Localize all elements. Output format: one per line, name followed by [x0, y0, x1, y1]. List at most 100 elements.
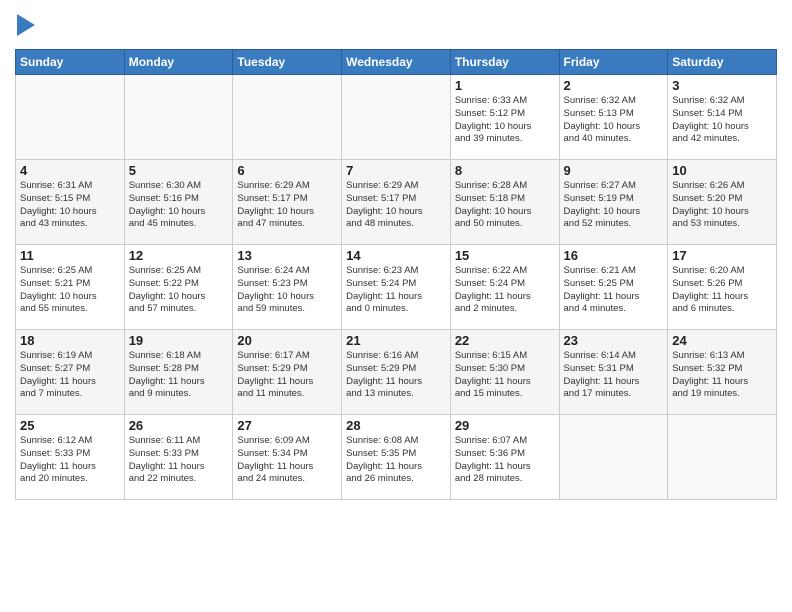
day-cell: 28 Sunrise: 6:08 AM Sunset: 5:35 PM Dayli… [342, 415, 451, 500]
day-cell: 14 Sunrise: 6:23 AM Sunset: 5:24 PM Dayli… [342, 245, 451, 330]
cell-info: Sunrise: 6:16 AM Sunset: 5:29 PM Dayligh… [346, 350, 446, 401]
header-cell-monday: Monday [124, 50, 233, 75]
cell-info: Sunrise: 6:25 AM Sunset: 5:22 PM Dayligh… [129, 265, 229, 316]
cell-info: Sunrise: 6:12 AM Sunset: 5:33 PM Dayligh… [20, 435, 120, 486]
header-cell-thursday: Thursday [450, 50, 559, 75]
logo [15, 10, 35, 41]
week-row-5: 25 Sunrise: 6:12 AM Sunset: 5:33 PM Dayli… [16, 415, 777, 500]
day-cell: 29Sunrise: 6:07 AM Sunset: 5:36 PM Dayli… [450, 415, 559, 500]
day-number: 10 [672, 163, 772, 178]
day-number: 11 [20, 248, 120, 263]
cell-info: Sunrise: 6:31 AM Sunset: 5:15 PM Dayligh… [20, 180, 120, 231]
cell-info: Sunrise: 6:13 AM Sunset: 5:32 PM Dayligh… [672, 350, 772, 401]
header [15, 10, 777, 41]
day-cell [668, 415, 777, 500]
week-row-2: 4 Sunrise: 6:31 AM Sunset: 5:15 PM Daylig… [16, 160, 777, 245]
cell-info: Sunrise: 6:21 AM Sunset: 5:25 PM Dayligh… [564, 265, 664, 316]
day-number: 23 [564, 333, 664, 348]
day-number: 15 [455, 248, 555, 263]
cell-info: Sunrise: 6:33 AM Sunset: 5:12 PM Dayligh… [455, 95, 555, 146]
week-row-1: 1 Sunrise: 6:33 AM Sunset: 5:12 PM Daylig… [16, 75, 777, 160]
cell-info: Sunrise: 6:19 AM Sunset: 5:27 PM Dayligh… [20, 350, 120, 401]
cell-info: Sunrise: 6:23 AM Sunset: 5:24 PM Dayligh… [346, 265, 446, 316]
header-cell-saturday: Saturday [668, 50, 777, 75]
day-number: 4 [20, 163, 120, 178]
day-number: 21 [346, 333, 446, 348]
day-cell [124, 75, 233, 160]
header-cell-friday: Friday [559, 50, 668, 75]
day-cell: 11 Sunrise: 6:25 AM Sunset: 5:21 PM Dayli… [16, 245, 125, 330]
day-number: 8 [455, 163, 555, 178]
day-number: 1 [455, 78, 555, 93]
day-number: 17 [672, 248, 772, 263]
day-cell: 9Sunrise: 6:27 AM Sunset: 5:19 PM Daylig… [559, 160, 668, 245]
cell-info: Sunrise: 6:08 AM Sunset: 5:35 PM Dayligh… [346, 435, 446, 486]
day-cell: 5Sunrise: 6:30 AM Sunset: 5:16 PM Daylig… [124, 160, 233, 245]
header-row: SundayMondayTuesdayWednesdayThursdayFrid… [16, 50, 777, 75]
day-number: 13 [237, 248, 337, 263]
day-number: 9 [564, 163, 664, 178]
day-number: 26 [129, 418, 229, 433]
day-cell: 19 Sunrise: 6:18 AM Sunset: 5:28 PM Dayli… [124, 330, 233, 415]
day-number: 24 [672, 333, 772, 348]
cell-info: Sunrise: 6:32 AM Sunset: 5:13 PM Dayligh… [564, 95, 664, 146]
day-cell: 7 Sunrise: 6:29 AM Sunset: 5:17 PM Daylig… [342, 160, 451, 245]
day-cell: 12 Sunrise: 6:25 AM Sunset: 5:22 PM Dayli… [124, 245, 233, 330]
week-row-3: 11 Sunrise: 6:25 AM Sunset: 5:21 PM Dayli… [16, 245, 777, 330]
day-number: 16 [564, 248, 664, 263]
cell-info: Sunrise: 6:20 AM Sunset: 5:26 PM Dayligh… [672, 265, 772, 316]
day-number: 7 [346, 163, 446, 178]
day-cell: 6 Sunrise: 6:29 AM Sunset: 5:17 PM Daylig… [233, 160, 342, 245]
day-cell: 27 Sunrise: 6:09 AM Sunset: 5:34 PM Dayli… [233, 415, 342, 500]
day-cell: 26 Sunrise: 6:11 AM Sunset: 5:33 PM Dayli… [124, 415, 233, 500]
day-number: 28 [346, 418, 446, 433]
cell-info: Sunrise: 6:07 AM Sunset: 5:36 PM Dayligh… [455, 435, 555, 486]
cell-info: Sunrise: 6:29 AM Sunset: 5:17 PM Dayligh… [237, 180, 337, 231]
day-number: 14 [346, 248, 446, 263]
day-cell [233, 75, 342, 160]
header-cell-sunday: Sunday [16, 50, 125, 75]
cell-info: Sunrise: 6:28 AM Sunset: 5:18 PM Dayligh… [455, 180, 555, 231]
day-cell: 3 Sunrise: 6:32 AM Sunset: 5:14 PM Daylig… [668, 75, 777, 160]
cell-info: Sunrise: 6:32 AM Sunset: 5:14 PM Dayligh… [672, 95, 772, 146]
day-cell: 4 Sunrise: 6:31 AM Sunset: 5:15 PM Daylig… [16, 160, 125, 245]
day-number: 19 [129, 333, 229, 348]
header-cell-tuesday: Tuesday [233, 50, 342, 75]
day-cell: 18Sunrise: 6:19 AM Sunset: 5:27 PM Dayli… [16, 330, 125, 415]
day-cell [342, 75, 451, 160]
day-cell [16, 75, 125, 160]
day-cell: 8 Sunrise: 6:28 AM Sunset: 5:18 PM Daylig… [450, 160, 559, 245]
day-cell: 22Sunrise: 6:15 AM Sunset: 5:30 PM Dayli… [450, 330, 559, 415]
day-cell: 23 Sunrise: 6:14 AM Sunset: 5:31 PM Dayli… [559, 330, 668, 415]
day-cell: 24 Sunrise: 6:13 AM Sunset: 5:32 PM Dayli… [668, 330, 777, 415]
day-number: 3 [672, 78, 772, 93]
day-cell: 17 Sunrise: 6:20 AM Sunset: 5:26 PM Dayli… [668, 245, 777, 330]
cell-info: Sunrise: 6:09 AM Sunset: 5:34 PM Dayligh… [237, 435, 337, 486]
day-number: 6 [237, 163, 337, 178]
day-cell: 16 Sunrise: 6:21 AM Sunset: 5:25 PM Dayli… [559, 245, 668, 330]
day-cell [559, 415, 668, 500]
cell-info: Sunrise: 6:18 AM Sunset: 5:28 PM Dayligh… [129, 350, 229, 401]
day-cell: 10 Sunrise: 6:26 AM Sunset: 5:20 PM Dayli… [668, 160, 777, 245]
cell-info: Sunrise: 6:25 AM Sunset: 5:21 PM Dayligh… [20, 265, 120, 316]
cell-info: Sunrise: 6:24 AM Sunset: 5:23 PM Dayligh… [237, 265, 337, 316]
day-number: 22 [455, 333, 555, 348]
day-number: 25 [20, 418, 120, 433]
day-cell: 21 Sunrise: 6:16 AM Sunset: 5:29 PM Dayli… [342, 330, 451, 415]
week-row-4: 18Sunrise: 6:19 AM Sunset: 5:27 PM Dayli… [16, 330, 777, 415]
day-cell: 20 Sunrise: 6:17 AM Sunset: 5:29 PM Dayli… [233, 330, 342, 415]
day-number: 2 [564, 78, 664, 93]
day-number: 27 [237, 418, 337, 433]
cell-info: Sunrise: 6:11 AM Sunset: 5:33 PM Dayligh… [129, 435, 229, 486]
cell-info: Sunrise: 6:30 AM Sunset: 5:16 PM Dayligh… [129, 180, 229, 231]
cell-info: Sunrise: 6:17 AM Sunset: 5:29 PM Dayligh… [237, 350, 337, 401]
cell-info: Sunrise: 6:26 AM Sunset: 5:20 PM Dayligh… [672, 180, 772, 231]
header-cell-wednesday: Wednesday [342, 50, 451, 75]
day-cell: 25 Sunrise: 6:12 AM Sunset: 5:33 PM Dayli… [16, 415, 125, 500]
cell-info: Sunrise: 6:14 AM Sunset: 5:31 PM Dayligh… [564, 350, 664, 401]
calendar-table: SundayMondayTuesdayWednesdayThursdayFrid… [15, 49, 777, 500]
cell-info: Sunrise: 6:29 AM Sunset: 5:17 PM Dayligh… [346, 180, 446, 231]
day-number: 12 [129, 248, 229, 263]
day-number: 20 [237, 333, 337, 348]
logo-arrow-icon [17, 14, 35, 36]
